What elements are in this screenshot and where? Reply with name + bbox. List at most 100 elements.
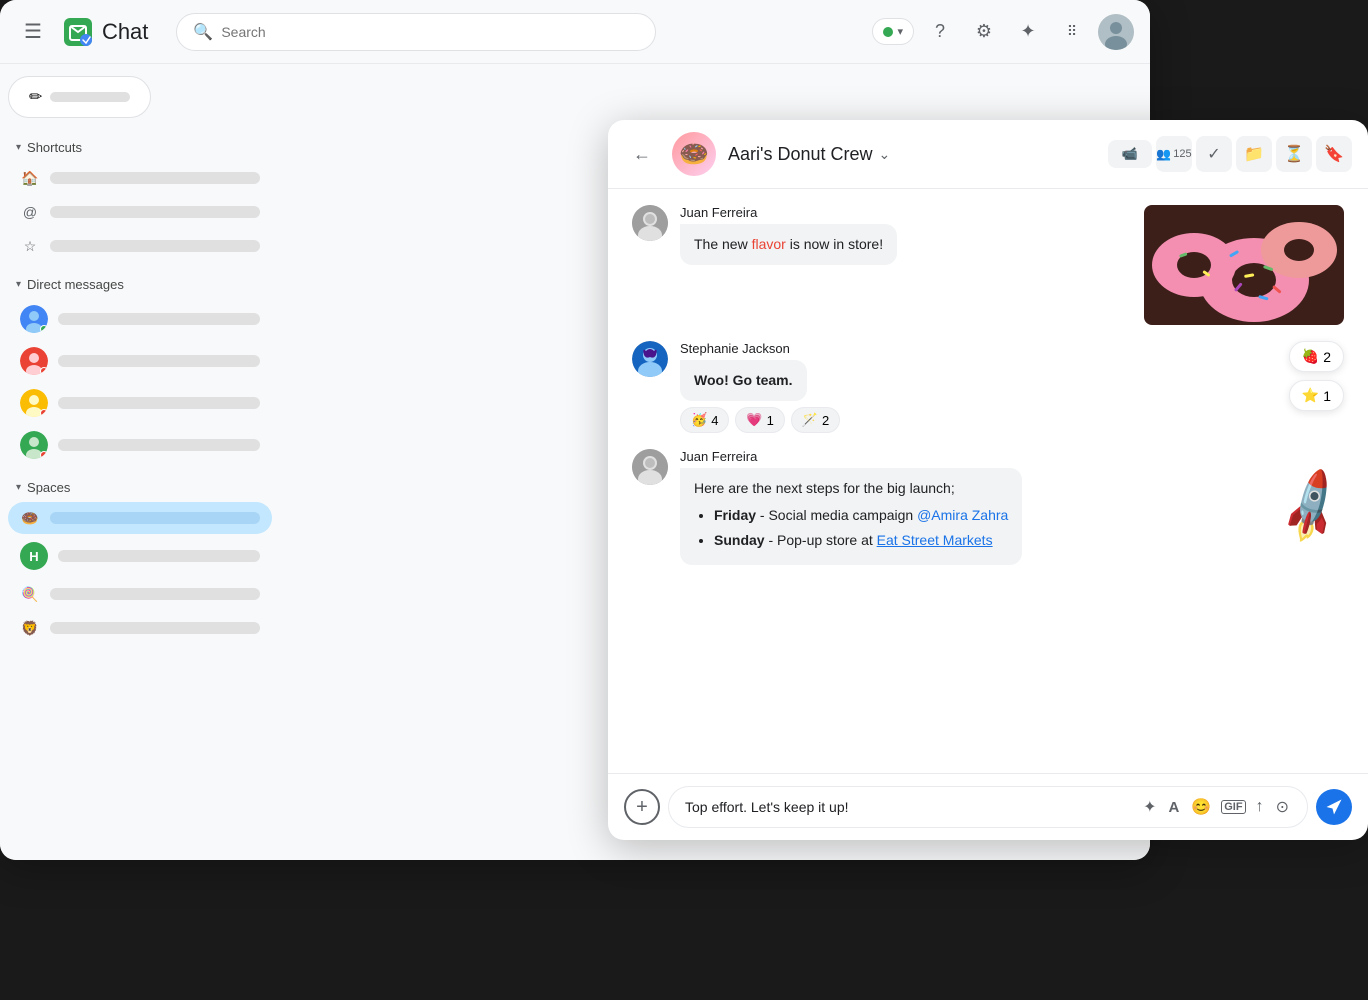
chat-title-chevron-icon: ⌄ bbox=[878, 146, 890, 163]
amira-mention[interactable]: @Amira Zahra bbox=[917, 507, 1008, 523]
dm-item-1[interactable] bbox=[8, 299, 272, 339]
lion-space-icon: 🦁 bbox=[20, 618, 40, 638]
dm-label-2 bbox=[58, 355, 260, 367]
message-content-1: Juan Ferreira The new flavor is now in s… bbox=[680, 205, 1132, 265]
settings-icon[interactable]: ⚙ bbox=[966, 14, 1002, 50]
hourglass-icon: ⏳ bbox=[1284, 144, 1304, 164]
message-input[interactable] bbox=[685, 799, 1133, 815]
back-button[interactable]: ← bbox=[624, 136, 660, 172]
reactions-area: 🥳 4 💗 1 🪄 2 bbox=[680, 407, 1277, 433]
dm-item-3[interactable] bbox=[8, 383, 272, 423]
spaces-section-header[interactable]: ▾ Spaces bbox=[8, 474, 272, 501]
bookmark-icon: 🔖 bbox=[1324, 144, 1344, 164]
starred-label bbox=[50, 240, 260, 252]
rocket-emoji: 🚀 bbox=[1268, 464, 1355, 549]
message-content-3: Juan Ferreira Here are the next steps fo… bbox=[680, 449, 1255, 565]
search-icon: 🔍 bbox=[193, 22, 213, 42]
apps-icon[interactable]: ⠿ bbox=[1054, 14, 1090, 50]
dm-section-header[interactable]: ▾ Direct messages bbox=[8, 271, 272, 298]
status-button[interactable]: ▾ bbox=[872, 18, 914, 45]
tasks-button[interactable]: ✓ bbox=[1196, 136, 1232, 172]
menu-icon[interactable]: ☰ bbox=[16, 11, 50, 52]
dm-avatar-3 bbox=[20, 389, 48, 417]
dm-item-2[interactable] bbox=[8, 341, 272, 381]
video-call-button[interactable]: 📹 bbox=[1108, 140, 1152, 168]
space-item-donut[interactable]: 🍩 bbox=[8, 502, 272, 534]
donut-image bbox=[1144, 205, 1344, 325]
message-group-1: Juan Ferreira The new flavor is now in s… bbox=[632, 205, 1344, 325]
chevron-down-icon: ▾ bbox=[897, 25, 903, 38]
message-group-3: Juan Ferreira Here are the next steps fo… bbox=[632, 449, 1344, 565]
reaction-party[interactable]: 🥳 4 bbox=[680, 407, 729, 433]
space-item-candy[interactable]: 🍭 bbox=[8, 578, 272, 610]
bookmark-button[interactable]: 🔖 bbox=[1316, 136, 1352, 172]
flavor-highlight: flavor bbox=[752, 236, 786, 252]
help-icon[interactable]: ? bbox=[922, 14, 958, 50]
format-icon[interactable]: A bbox=[1166, 797, 1181, 818]
calendar-button[interactable]: ⏳ bbox=[1276, 136, 1312, 172]
donut-space-icon: 🍩 bbox=[20, 508, 40, 528]
stephanie-avatar bbox=[632, 341, 668, 377]
sidebar-item-mentions[interactable]: @ bbox=[8, 196, 272, 228]
more-input-icon[interactable]: ⊙ bbox=[1274, 795, 1291, 819]
gemini-input-icon[interactable]: ✦ bbox=[1141, 795, 1158, 819]
star-reaction[interactable]: ⭐ 1 bbox=[1289, 380, 1344, 411]
party-emoji: 🥳 bbox=[691, 412, 707, 428]
reaction-wand[interactable]: 🪄 2 bbox=[791, 407, 840, 433]
chat-title[interactable]: Aari's Donut Crew ⌄ bbox=[728, 144, 890, 165]
sidebar-item-starred[interactable]: ☆ bbox=[8, 230, 272, 262]
compose-button[interactable]: ✏ bbox=[8, 76, 151, 118]
mentions-icon: 👥 bbox=[1156, 147, 1171, 161]
space-candy-label bbox=[50, 588, 260, 600]
reaction-heart[interactable]: 💗 1 bbox=[735, 407, 784, 433]
files-button[interactable]: 📁 bbox=[1236, 136, 1272, 172]
space-h-avatar: H bbox=[20, 542, 48, 570]
dm-avatar-2 bbox=[20, 347, 48, 375]
emoji-icon[interactable]: 😊 bbox=[1189, 795, 1213, 819]
busy-indicator bbox=[40, 367, 48, 375]
eat-street-link[interactable]: Eat Street Markets bbox=[877, 532, 993, 548]
messages-area: Juan Ferreira The new flavor is now in s… bbox=[608, 189, 1368, 773]
home-icon: 🏠 bbox=[20, 168, 40, 188]
sidebar-item-home[interactable]: 🏠 bbox=[8, 162, 272, 194]
mentions-button[interactable]: 👥 125 bbox=[1156, 136, 1192, 172]
search-bar[interactable]: 🔍 bbox=[176, 13, 656, 51]
top-bar: ☰ Chat 🔍 ▾ ? ⚙ ✦ ⠿ bbox=[0, 0, 1150, 64]
dm-label-1 bbox=[58, 313, 260, 325]
search-input[interactable] bbox=[221, 24, 639, 40]
sunday-label: Sunday bbox=[714, 532, 765, 548]
compose-label-bar bbox=[50, 92, 130, 102]
video-icon: 📹 bbox=[1122, 146, 1138, 162]
strawberry-reaction[interactable]: 🍓 2 bbox=[1289, 341, 1344, 372]
shortcuts-section-header[interactable]: ▾ Shortcuts bbox=[8, 134, 272, 161]
space-item-h[interactable]: H bbox=[8, 536, 272, 576]
donut-space-label bbox=[50, 512, 260, 524]
status-dot bbox=[883, 27, 893, 37]
space-item-lion[interactable]: 🦁 bbox=[8, 612, 272, 644]
send-icon bbox=[1325, 798, 1343, 816]
dm-item-4[interactable] bbox=[8, 425, 272, 465]
user-avatar[interactable] bbox=[1098, 14, 1134, 50]
home-label bbox=[50, 172, 260, 184]
dm-chevron-icon: ▾ bbox=[16, 279, 21, 290]
add-button[interactable]: + bbox=[624, 789, 660, 825]
candy-space-icon: 🍭 bbox=[20, 584, 40, 604]
message-content-2: Stephanie Jackson Woo! Go team. 🥳 4 💗 1 … bbox=[680, 341, 1277, 433]
reaction-count-1: 4 bbox=[711, 413, 718, 428]
step-friday: Friday - Social media campaign @Amira Za… bbox=[714, 505, 1008, 526]
dm-avatar-4 bbox=[20, 431, 48, 459]
sidebar: ✏ ▾ Shortcuts 🏠 @ ☆ ▾ bbox=[0, 64, 280, 860]
gemini-icon[interactable]: ✦ bbox=[1010, 14, 1046, 50]
spaces-chevron-icon: ▾ bbox=[16, 482, 21, 493]
gif-icon[interactable]: GIF bbox=[1221, 800, 1245, 814]
spaces-label: Spaces bbox=[27, 480, 70, 495]
shortcuts-label: Shortcuts bbox=[27, 140, 82, 155]
juan-avatar-2 bbox=[632, 449, 668, 485]
group-avatar: 🍩 bbox=[672, 132, 716, 176]
upload-icon[interactable]: ↑ bbox=[1254, 796, 1266, 818]
dm-label-3 bbox=[58, 397, 260, 409]
reaction-count-3: 2 bbox=[822, 413, 829, 428]
step-sunday: Sunday - Pop-up store at Eat Street Mark… bbox=[714, 530, 1008, 551]
strawberry-emoji: 🍓 bbox=[1302, 348, 1319, 365]
send-button[interactable] bbox=[1316, 789, 1352, 825]
